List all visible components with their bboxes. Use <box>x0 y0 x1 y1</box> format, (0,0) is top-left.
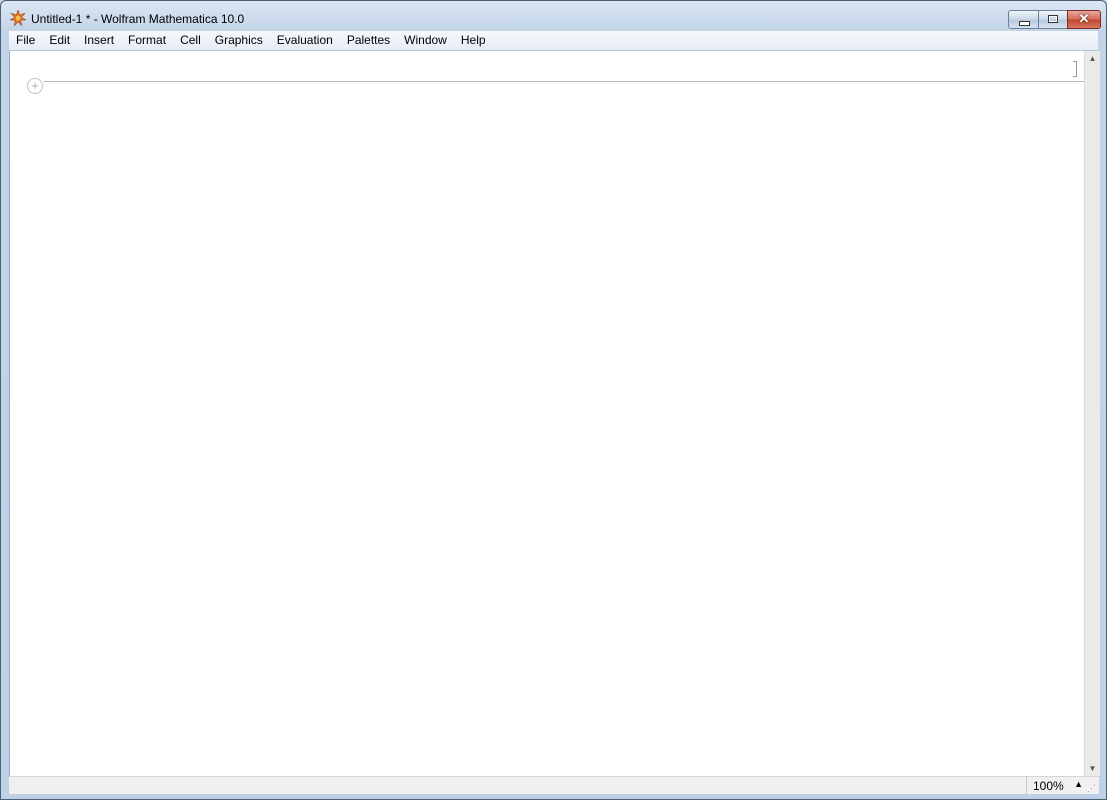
scroll-down-arrow-icon[interactable]: ▼ <box>1085 761 1100 776</box>
menu-insert[interactable]: Insert <box>77 31 121 50</box>
menu-palettes[interactable]: Palettes <box>340 31 397 50</box>
menu-evaluation[interactable]: Evaluation <box>270 31 340 50</box>
minimize-icon <box>1019 21 1030 26</box>
menu-window[interactable]: Window <box>397 31 454 50</box>
zoom-popup-arrow-icon[interactable]: ▲ <box>1074 779 1083 789</box>
vertical-scrollbar[interactable]: ▲ ▼ <box>1084 51 1100 776</box>
mathematica-spikey-icon[interactable] <box>9 9 27 27</box>
window-frame-left <box>1 31 9 793</box>
menu-bar: File Edit Insert Format Cell Graphics Ev… <box>9 31 1098 51</box>
minimize-button[interactable] <box>1008 10 1039 29</box>
menu-format[interactable]: Format <box>121 31 173 50</box>
resize-grip-icon[interactable]: ⋰ <box>1087 783 1097 793</box>
status-bar: 100% ▲ ⋰ <box>9 776 1099 794</box>
menu-graphics[interactable]: Graphics <box>208 31 270 50</box>
title-bar[interactable]: Untitled-1 * - Wolfram Mathematica 10.0 … <box>1 1 1106 31</box>
menu-edit[interactable]: Edit <box>42 31 77 50</box>
window-frame-bottom <box>1 793 1106 799</box>
zoom-level: 100% <box>1033 779 1064 793</box>
scroll-up-arrow-icon[interactable]: ▲ <box>1085 51 1100 66</box>
cell-bracket[interactable] <box>1073 61 1077 77</box>
close-icon: ✕ <box>1078 11 1090 26</box>
cell-insert-plus-button[interactable]: + <box>27 78 43 94</box>
notebook-area[interactable]: + <box>9 51 1085 776</box>
restore-icon <box>1048 15 1058 23</box>
cell-insertion-line[interactable] <box>44 81 1085 82</box>
caption-buttons: ✕ <box>1008 10 1101 29</box>
window-title: Untitled-1 * - Wolfram Mathematica 10.0 <box>31 12 245 26</box>
close-button[interactable]: ✕ <box>1067 10 1101 29</box>
menu-cell[interactable]: Cell <box>173 31 208 50</box>
zoom-control[interactable]: 100% ▲ <box>1026 777 1084 794</box>
menu-help[interactable]: Help <box>454 31 493 50</box>
menu-file[interactable]: File <box>9 31 42 50</box>
mathematica-window: Untitled-1 * - Wolfram Mathematica 10.0 … <box>0 0 1107 800</box>
maximize-button[interactable] <box>1038 10 1068 29</box>
